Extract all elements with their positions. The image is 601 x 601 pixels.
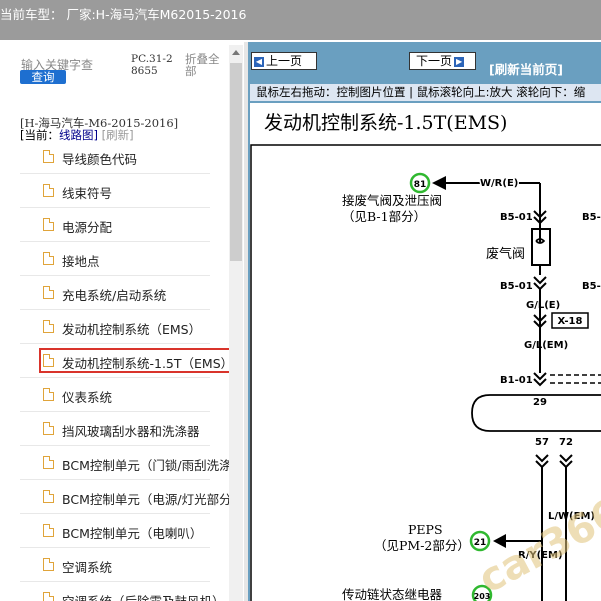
tree-item[interactable]: 仪表系统 bbox=[0, 378, 232, 412]
tree-item-label: 空调系统（后除霜及鼓风机） bbox=[62, 591, 225, 601]
tree-item[interactable]: 导线颜色代码 bbox=[0, 140, 232, 174]
connector-b5-bottom-right: B5- bbox=[582, 281, 601, 292]
pin-57-symbol bbox=[535, 454, 549, 469]
prev-page-button[interactable]: ◀ 上一页 bbox=[251, 52, 317, 70]
tree-item-label: 导线颜色代码 bbox=[62, 152, 138, 167]
next-page-button[interactable]: 下一页 ▶ bbox=[409, 52, 476, 70]
tree-item-label: 发动机控制系统（EMS） bbox=[62, 322, 202, 337]
tree-item[interactable]: BCM控制单元（门锁/雨刮洗涤 bbox=[0, 446, 232, 480]
tree-item-label: BCM控制单元（电源/灯光部分 bbox=[62, 492, 232, 507]
document-icon bbox=[43, 456, 54, 469]
document-icon bbox=[43, 320, 54, 333]
diagram-pane: ◀ 上一页 下一页 ▶ [刷新当前页] 鼠标左右拖动：控制图片位置 | 鼠标滚轮向上… bbox=[248, 42, 601, 601]
document-icon bbox=[43, 218, 54, 231]
wiring-diagram[interactable]: 发动机控制系统-1.5T(EMS) 81 W/R(E) 接废气阀及泄压阀 （见B… bbox=[250, 103, 601, 601]
document-icon bbox=[43, 524, 54, 537]
wire-gle-label: G/L(E) bbox=[526, 300, 560, 311]
connector-b5-top-right: B5- bbox=[582, 212, 601, 223]
tree-item-label: BCM控制单元（门锁/雨刮洗涤 bbox=[62, 458, 232, 473]
arrow-right-icon: ▶ bbox=[454, 56, 465, 67]
tree-item-label: 挡风玻璃刮水器和洗涤器 bbox=[62, 424, 200, 439]
tree-item-label: 接地点 bbox=[62, 254, 100, 269]
document-icon bbox=[43, 558, 54, 571]
arrow-81 bbox=[432, 176, 446, 190]
collapse-all-button[interactable]: 折叠全部 bbox=[185, 53, 225, 77]
tree-item-label: 空调系统 bbox=[62, 560, 113, 575]
tree-item[interactable]: 空调系统 bbox=[0, 548, 232, 582]
tree-item[interactable]: 电源分配 bbox=[0, 208, 232, 242]
scrollbar-thumb[interactable] bbox=[230, 63, 242, 261]
pin-72-symbol bbox=[559, 454, 573, 469]
tree-item[interactable]: 发动机控制系统（EMS） bbox=[0, 310, 232, 344]
document-icon bbox=[43, 388, 54, 401]
peps-label-1: PEPS bbox=[408, 522, 443, 537]
tree-item-label: 线束符号 bbox=[62, 186, 113, 201]
tree-item[interactable]: 空调系统（后除霜及鼓风机） bbox=[0, 582, 232, 601]
tree-item-label: 充电系统/启动系统 bbox=[62, 288, 167, 303]
wire-glem-label: G/L(EM) bbox=[524, 340, 568, 351]
tree-item-label: 电源分配 bbox=[62, 220, 113, 235]
connector-x18-label: X-18 bbox=[558, 316, 583, 327]
tree-item[interactable]: BCM控制单元（电喇叭） bbox=[0, 514, 232, 548]
nav-scrollbar[interactable] bbox=[229, 45, 243, 601]
tree-item[interactable]: 充电系统/启动系统 bbox=[0, 276, 232, 310]
connector-81-label: 81 bbox=[414, 180, 427, 190]
refresh-page-link[interactable]: [刷新当前页] bbox=[489, 59, 563, 78]
tree-item[interactable]: 挡风玻璃刮水器和洗涤器 bbox=[0, 412, 232, 446]
window-title: 当前车型： 厂家:H-海马汽车M62015-2016 bbox=[0, 7, 247, 22]
pin-72: 72 bbox=[559, 437, 573, 448]
navigation-pane: 输入关键字查 查询 PC.31-28655 折叠全部 [H-海马汽车-M6-20… bbox=[0, 42, 244, 601]
connector-21-label: 21 bbox=[474, 538, 487, 548]
tree-item[interactable]: 线束符号 bbox=[0, 174, 232, 208]
wire-wre-label: W/R(E) bbox=[480, 178, 518, 189]
window-titlebar: 当前车型： 厂家:H-海马汽车M62015-2016 bbox=[0, 0, 601, 40]
tree-item[interactable]: 发动机控制系统-1.5T（EMS） bbox=[0, 344, 233, 378]
document-icon bbox=[43, 150, 54, 163]
document-icon bbox=[43, 252, 54, 265]
connector-b101-symbol bbox=[533, 372, 547, 387]
peps-label-2: （见PM-2部分） bbox=[374, 538, 470, 553]
tree-item-label: 仪表系统 bbox=[62, 390, 113, 405]
document-icon bbox=[43, 592, 54, 601]
document-icon bbox=[43, 422, 54, 435]
watermark: car366 bbox=[471, 490, 601, 601]
wiring-diagram-canvas: 81 W/R(E) 接废气阀及泄压阀 （见B-1部分） B5-01 B5- 废气… bbox=[250, 144, 601, 601]
connector-b501-bottom: B5-01 bbox=[500, 281, 533, 292]
relay-label: 传动链状态继电器 bbox=[342, 587, 443, 601]
scroll-up-icon[interactable] bbox=[232, 50, 240, 55]
query-button[interactable]: 查询 bbox=[20, 70, 66, 84]
document-icon bbox=[43, 184, 54, 197]
document-icon bbox=[43, 490, 54, 503]
connector-b101: B1-01 bbox=[500, 375, 533, 386]
tree-item[interactable]: BCM控制单元（电源/灯光部分 bbox=[0, 480, 232, 514]
pin-29: 29 bbox=[533, 397, 547, 408]
prev-page-label: 上一页 bbox=[266, 54, 303, 68]
tree-item[interactable]: 接地点 bbox=[0, 242, 232, 276]
arrow-left-icon: ◀ bbox=[254, 56, 264, 67]
next-page-label: 下一页 bbox=[416, 54, 453, 68]
document-icon bbox=[43, 286, 54, 299]
pin-57: 57 bbox=[535, 437, 549, 448]
connector-b501-top: B5-01 bbox=[500, 212, 533, 223]
wastegate-valve-label: 废气阀 bbox=[486, 246, 525, 262]
wastegate-label-2: （见B-1部分） bbox=[342, 209, 426, 224]
tree-item-label: BCM控制单元（电喇叭） bbox=[62, 526, 203, 541]
wastegate-label-1: 接废气阀及泄压阀 bbox=[342, 193, 442, 208]
connector-b501-bottom-symbol bbox=[533, 276, 547, 291]
usage-hint-bar: 鼠标左右拖动：控制图片位置 | 鼠标滚轮向上:放大 滚轮向下：缩 bbox=[250, 84, 601, 101]
pc-code: PC.31-28655 bbox=[131, 53, 173, 77]
selection-highlight bbox=[39, 348, 232, 373]
